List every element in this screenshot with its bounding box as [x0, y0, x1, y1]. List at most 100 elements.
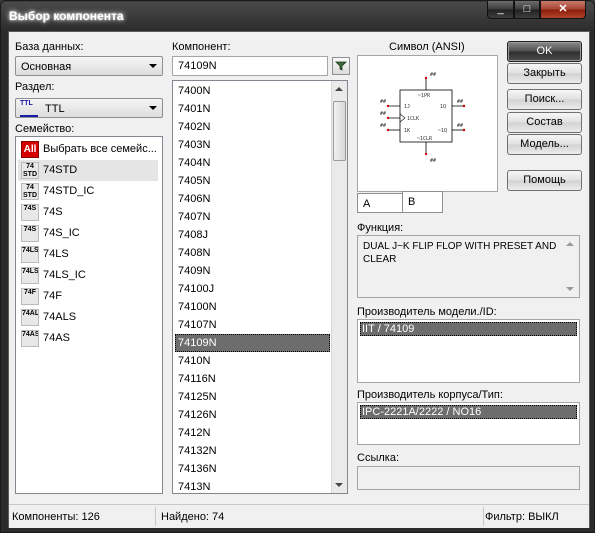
family-item-label: 74F: [43, 290, 62, 302]
component-list-item[interactable]: 7412N: [175, 424, 330, 442]
component-list-item[interactable]: 74136N: [175, 460, 330, 478]
component-list-item[interactable]: 74125N: [175, 388, 330, 406]
component-item-label: 7409N: [178, 265, 211, 277]
function-text: DUAL J~K FLIP FLOP WITH PRESET AND CLEAR: [363, 241, 557, 265]
model-maker-row[interactable]: IIT / 74109: [360, 322, 577, 336]
pin-pr: ~1PR: [418, 93, 431, 99]
family-list-item[interactable]: 74S 74S: [18, 202, 158, 223]
component-list-item[interactable]: 7413N: [175, 478, 330, 493]
tab-b[interactable]: B: [402, 191, 443, 213]
detail-button[interactable]: Состав: [507, 112, 582, 133]
component-list-item[interactable]: 74109N: [175, 334, 330, 352]
close-button[interactable]: Закрыть: [507, 63, 582, 84]
family-list-item[interactable]: 74LS 74LS_IC: [18, 265, 158, 286]
component-list-item[interactable]: 7402N: [175, 118, 330, 136]
scroll-up-icon[interactable]: [335, 87, 343, 91]
family-list-item[interactable]: All Выбрать все семейс...: [18, 139, 158, 160]
component-item-label: 74100J: [178, 283, 215, 295]
family-list-item[interactable]: 74ALS 74ALS: [18, 307, 158, 328]
window-title: Выбор компонента: [9, 9, 124, 23]
component-list-item[interactable]: 7405N: [175, 172, 330, 190]
scroll-up-icon[interactable]: [566, 242, 574, 246]
component-list-item[interactable]: 7401N: [175, 100, 330, 118]
filter-icon[interactable]: [332, 57, 350, 75]
pin-hash-top: ##: [430, 72, 436, 78]
component-list-item[interactable]: 7407N: [175, 208, 330, 226]
minimize-button[interactable]: _: [487, 1, 514, 19]
family-label: Семейство:: [15, 123, 75, 135]
link-field[interactable]: [357, 466, 580, 490]
component-item-label: 74116N: [178, 373, 216, 385]
title-bar[interactable]: Выбор компонента _ □ ✕: [1, 1, 594, 31]
family-list-item[interactable]: 74 STD 74STD: [18, 160, 158, 181]
component-list-item[interactable]: 7408N: [175, 244, 330, 262]
database-select[interactable]: Основная: [15, 56, 163, 76]
component-scrollbar[interactable]: [331, 81, 347, 493]
component-list-item[interactable]: 7409N: [175, 262, 330, 280]
function-scrollbar[interactable]: [563, 236, 579, 297]
logic-family-icon: 74AS: [21, 330, 39, 347]
family-list-item[interactable]: 74S 74S_IC: [18, 223, 158, 244]
flip-flop-symbol: ~1PR 1J 1CLK 1K 1Q ~1Q ~1CLR ## ## ## ##…: [380, 72, 466, 164]
component-input[interactable]: 74109N: [172, 56, 328, 76]
component-list-item[interactable]: 7400N: [175, 82, 330, 100]
family-item-label: 74STD: [43, 164, 78, 176]
search-button[interactable]: Поиск...: [507, 89, 582, 110]
model-button[interactable]: Модель...: [507, 134, 582, 155]
component-item-label: 74107N: [178, 319, 217, 331]
close-window-button[interactable]: ✕: [540, 1, 586, 19]
component-list-item[interactable]: 7404N: [175, 154, 330, 172]
pin-hash-q: ##: [457, 99, 463, 105]
footprint-list[interactable]: IPC-2221A/2222 / NO16: [357, 402, 580, 445]
logic-family-icon: 74S: [21, 225, 39, 242]
logic-family-icon: 74LS: [21, 267, 39, 284]
dialog-window: Выбор компонента _ □ ✕ База данных: Осно…: [0, 0, 595, 533]
model-maker-list[interactable]: IIT / 74109: [357, 319, 580, 383]
component-list-item[interactable]: 7408J: [175, 226, 330, 244]
component-list-item[interactable]: 74100N: [175, 298, 330, 316]
family-list-item[interactable]: 74AS 74AS: [18, 328, 158, 349]
help-button[interactable]: Помощь: [507, 170, 582, 191]
scroll-down-icon[interactable]: [335, 483, 343, 487]
family-list-item[interactable]: 74LS 74LS: [18, 244, 158, 265]
family-list-item[interactable]: 74F 74F: [18, 286, 158, 307]
database-value: Основная: [21, 61, 72, 73]
pin-hash-clk: ##: [380, 111, 386, 117]
component-list-item[interactable]: 74100J: [175, 280, 330, 298]
ok-button[interactable]: OK: [507, 41, 582, 62]
component-list-item[interactable]: 7403N: [175, 136, 330, 154]
component-list-item[interactable]: 74116N: [175, 370, 330, 388]
component-item-label: 74132N: [178, 445, 217, 457]
component-list-item[interactable]: 74107N: [175, 316, 330, 334]
component-item-label: 7402N: [178, 121, 211, 133]
scroll-down-icon[interactable]: [566, 287, 574, 291]
component-list-item[interactable]: 74126N: [175, 406, 330, 424]
pin-clk: 1CLK: [407, 116, 419, 122]
family-item-label: 74LS: [43, 248, 69, 260]
family-item-label: 74S_IC: [43, 227, 80, 239]
logic-family-icon: 74S: [21, 204, 39, 221]
all-families-icon: All: [21, 141, 39, 158]
scroll-thumb[interactable]: [333, 101, 346, 161]
component-item-label: 7408J: [178, 229, 208, 241]
function-text-area[interactable]: DUAL J~K FLIP FLOP WITH PRESET AND CLEAR: [357, 235, 580, 298]
dialog-client: База данных: Основная Раздел: TTL TTL Се…: [8, 31, 590, 528]
family-item-label: 74STD_IC: [43, 185, 95, 197]
component-item-label: 7410N: [178, 355, 211, 367]
footprint-row[interactable]: IPC-2221A/2222 / NO16: [360, 405, 577, 419]
section-select[interactable]: TTL TTL: [15, 98, 163, 118]
symbol-label: Символ (ANSI): [389, 41, 465, 53]
pin-hash-bottom: ##: [430, 158, 436, 164]
tab-a[interactable]: A: [357, 193, 403, 213]
component-list-item[interactable]: 7410N: [175, 352, 330, 370]
family-list[interactable]: All Выбрать все семейс... 74 STD 74STD 74 ST…: [15, 136, 163, 494]
component-list-item[interactable]: 7406N: [175, 190, 330, 208]
maximize-button[interactable]: □: [514, 1, 540, 19]
status-separator: [483, 507, 484, 526]
component-item-label: 74100N: [178, 301, 217, 313]
logic-family-icon: 74 STD: [21, 162, 39, 179]
chevron-down-icon: [149, 106, 157, 110]
family-list-item[interactable]: 74 STD 74STD_IC: [18, 181, 158, 202]
component-list-item[interactable]: 74132N: [175, 442, 330, 460]
component-list[interactable]: 7413N 74136N 74132N 7412N 74126N 74125N 74116N…: [172, 80, 348, 494]
